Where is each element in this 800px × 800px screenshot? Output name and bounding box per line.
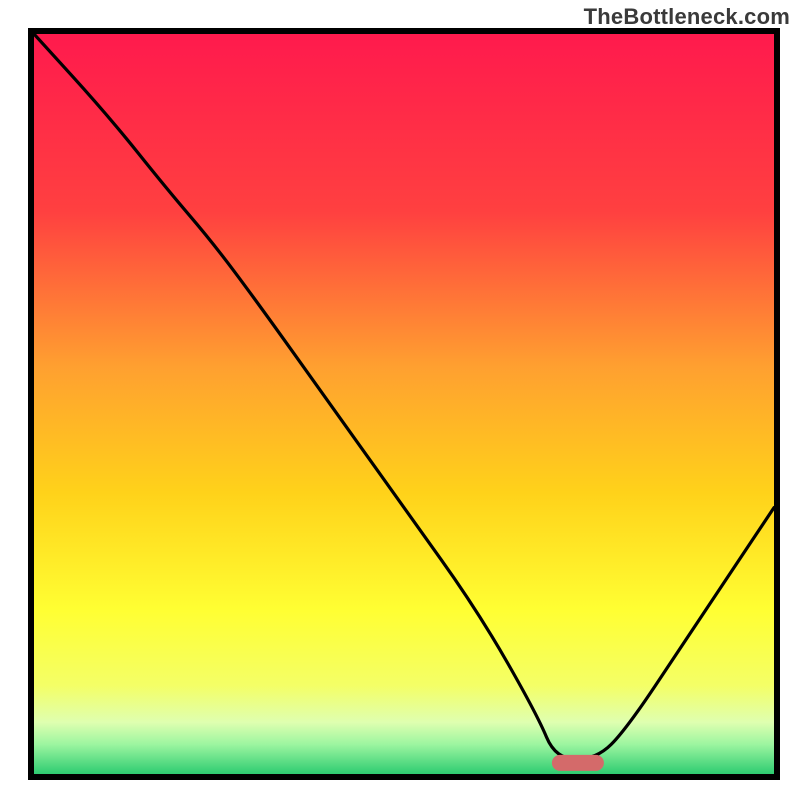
watermark-text: TheBottleneck.com (584, 4, 790, 30)
plot-frame (774, 28, 780, 780)
chart-plot-area (28, 28, 780, 780)
bottleneck-curve (34, 34, 774, 774)
optimal-marker (552, 755, 604, 771)
plot-frame (28, 28, 34, 780)
plot-frame (28, 774, 780, 780)
